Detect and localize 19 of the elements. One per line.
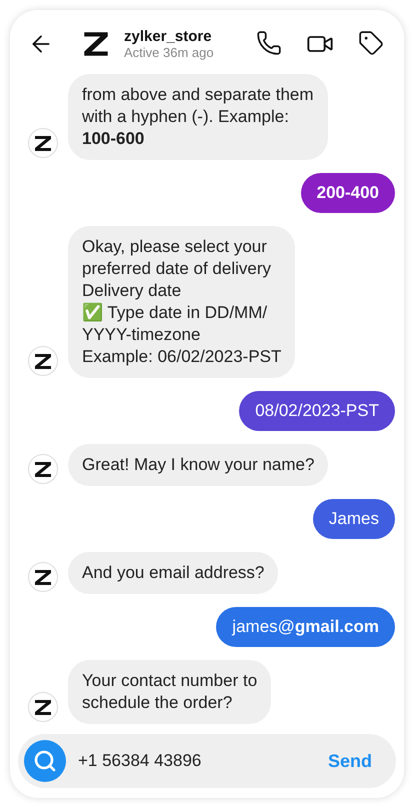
message-input[interactable]: +1 56384 43896 Send xyxy=(18,734,396,788)
message-bubble: Okay, please select your preferred date of delivery Delivery date ✅ Type date in DD/MM/ YYYY-timezone Example: 06/02/2023-PST xyxy=(68,226,296,378)
avatar-icon xyxy=(28,346,58,376)
avatar-icon xyxy=(28,562,58,592)
message-bubble: Your contact number to schedule the order? xyxy=(68,660,272,724)
active-status: Active 36m ago xyxy=(124,45,215,60)
message-bubble: And you email address? xyxy=(68,552,278,594)
search-icon xyxy=(33,749,57,773)
message-bubble: James xyxy=(312,499,395,539)
message-bubble: 08/02/2023-PST xyxy=(239,391,395,431)
avatar-icon xyxy=(28,128,58,158)
search-button[interactable] xyxy=(24,740,66,782)
message-bubble: from above and separate them with a hyphen (-). Example: 100-600 xyxy=(68,74,328,160)
avatar-icon xyxy=(28,692,58,722)
contact-name: zylker_store xyxy=(124,28,213,45)
message-bubble: Great! May I know your name? xyxy=(68,444,328,486)
message-bubble: james@gmail.com xyxy=(216,607,395,647)
message-bubble: 200-400 xyxy=(300,173,395,213)
avatar-icon xyxy=(28,454,58,484)
